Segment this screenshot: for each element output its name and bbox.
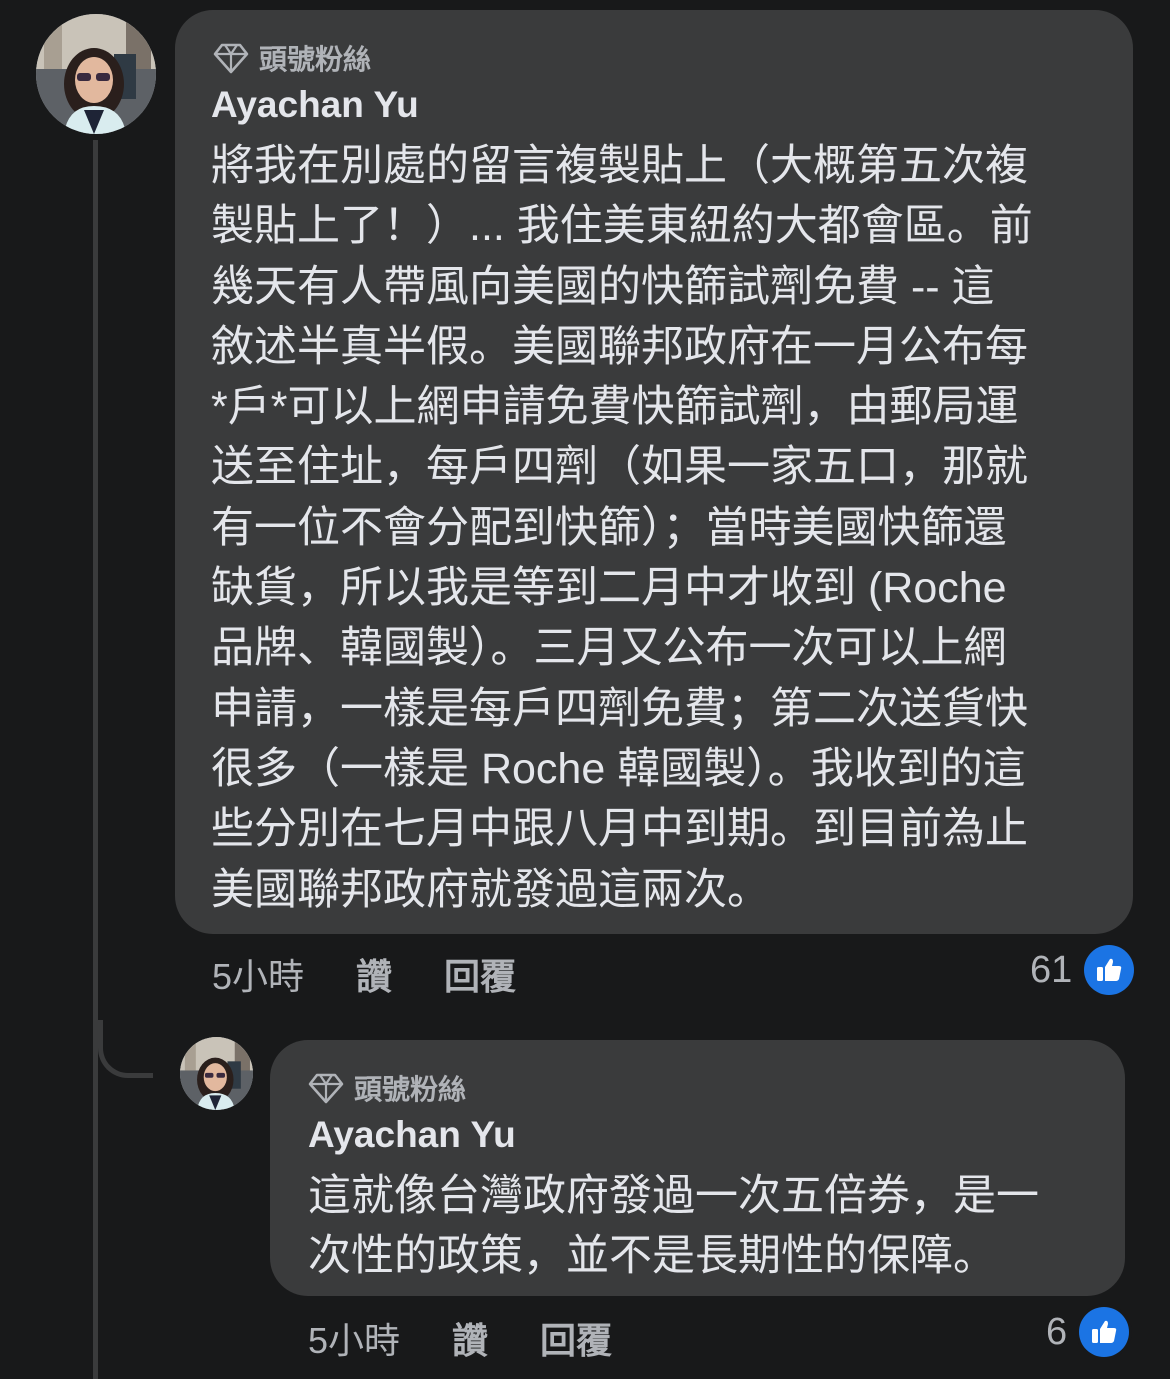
like-count: 61 [1030,948,1073,991]
comment-thread: 頭號粉絲 Ayachan Yu 將我在別處的留言複製貼上（大概第五次複 製貼上了… [0,0,1170,1379]
diamond-icon [213,43,249,74]
reply-bubble[interactable]: 頭號粉絲 Ayachan Yu 這就像台灣政府發過一次五倍券，是一 次性的政策，… [270,1040,1125,1296]
comment-actions: 5小時 讚 回覆 [212,948,568,1000]
like-button[interactable]: 讚 [452,1312,488,1364]
top-fan-badge: 頭號粉絲 [213,38,371,78]
like-count: 6 [1046,1310,1068,1353]
reaction-count[interactable]: 6 [1046,1307,1130,1357]
comment-text: 這就像台灣政府發過一次五倍券，是一 次性的政策，並不是長期性的保障。 [308,1172,1039,1280]
thread-line [93,140,98,1379]
reaction-count[interactable]: 61 [1030,945,1135,995]
timestamp[interactable]: 5小時 [308,1312,400,1364]
comment-bubble[interactable]: 頭號粉絲 Ayachan Yu 將我在別處的留言複製貼上（大概第五次複 製貼上了… [175,10,1133,934]
comment-text: 將我在別處的留言複製貼上（大概第五次複 製貼上了！）... 我住美東紐約大都會區… [211,142,1033,914]
diamond-icon [308,1073,344,1104]
avatar[interactable] [180,1037,253,1110]
comment-author[interactable]: Ayachan Yu [308,1114,516,1156]
badge-label: 頭號粉絲 [354,1074,467,1105]
reply-button[interactable]: 回覆 [444,948,516,1000]
badge-label: 頭號粉絲 [259,44,372,75]
comment-actions: 5小時 讚 回覆 [308,1312,664,1364]
reply-button[interactable]: 回覆 [540,1312,612,1364]
top-fan-badge: 頭號粉絲 [308,1068,466,1108]
avatar[interactable] [36,14,156,134]
thumbs-up-icon [1079,1307,1130,1357]
like-button[interactable]: 讚 [356,948,392,1000]
timestamp[interactable]: 5小時 [212,948,304,1000]
reply-connector-line [98,1020,153,1078]
thumbs-up-icon [1084,945,1135,995]
comment-author[interactable]: Ayachan Yu [211,84,419,126]
